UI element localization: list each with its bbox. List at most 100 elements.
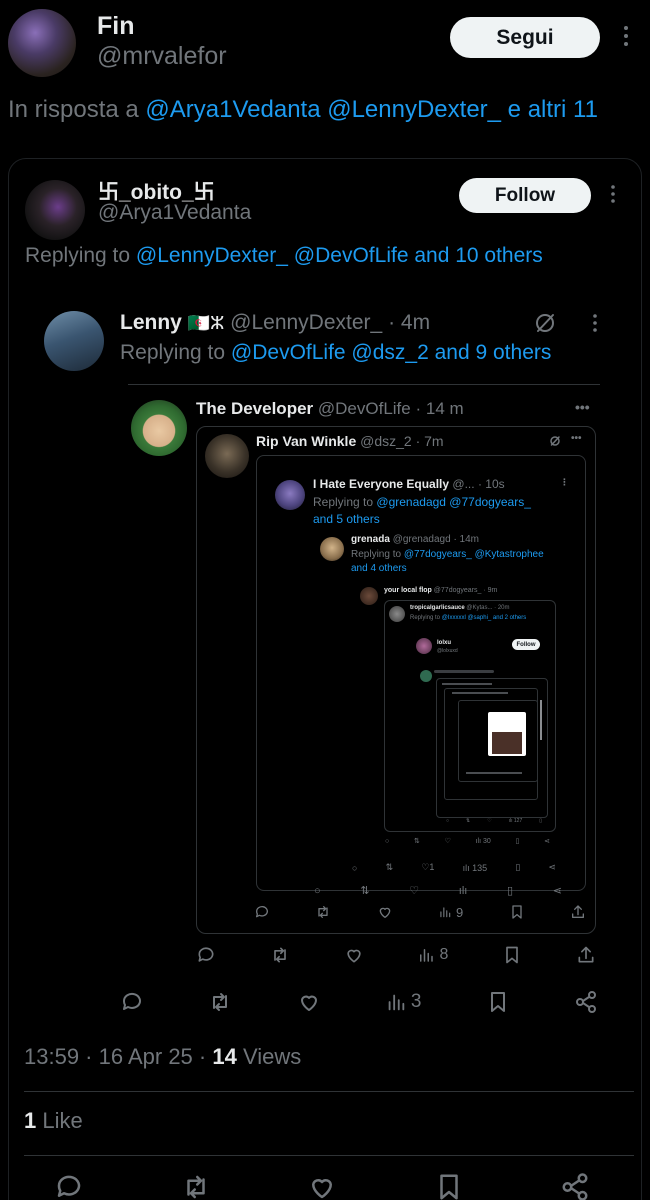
reply-context: Replying to @DevOfLife @dsz_2 and 9 othe… <box>120 341 551 365</box>
tweet-actions: 8 <box>196 945 596 965</box>
share-icon <box>575 991 596 1013</box>
tweet-actions: ○ ⇅ ♡1 ılı 135 ▯ ⋖ <box>352 862 556 873</box>
reply-prefix: Replying to <box>351 549 402 560</box>
tweet-handle: @dsz_2 <box>360 433 412 449</box>
avatar <box>360 587 378 605</box>
reply-mentions: and 4 others <box>351 563 407 574</box>
repost-icon[interactable] <box>181 1172 211 1200</box>
avatar <box>416 638 432 654</box>
tweet-time: · 10s <box>477 477 505 491</box>
bookmark-icon <box>506 946 518 964</box>
reply-icon: ○ <box>446 818 450 824</box>
follow-button[interactable]: Segui <box>450 17 600 58</box>
flag-emoji: 🇩🇿ⵣ <box>187 313 225 333</box>
reply-mentions: @Ixxxxxl @saphi_ and 2 others <box>441 615 527 621</box>
reply-icon <box>122 992 141 1010</box>
share-icon <box>578 946 594 963</box>
views-icon <box>388 994 405 1011</box>
bookmark-icon: ▯ <box>515 838 520 845</box>
views-count: 8 <box>439 946 449 963</box>
grok-icon <box>533 311 557 335</box>
post-timestamp[interactable]: 13:59 · 16 Apr 25 · 14 Views <box>24 1044 301 1070</box>
follow-button: Follow <box>459 178 591 213</box>
bookmark-icon: ▯ <box>539 818 542 824</box>
share-icon: ⋖ <box>552 885 562 897</box>
tweet-display-name: The Developer <box>196 399 314 418</box>
views-icon: ılı <box>458 884 468 897</box>
reply-icon: ○ <box>385 837 390 845</box>
tweet-time: · 9m <box>483 587 498 594</box>
avatar[interactable] <box>8 9 76 77</box>
reply-icon: ○ <box>352 862 358 873</box>
repost-icon: ⇅ <box>360 885 370 897</box>
tweet-handle: @lolxuxd <box>437 648 458 654</box>
tweet-actions: 3 <box>120 990 598 1014</box>
views-button: 3 <box>385 991 421 1013</box>
reply-mentions: and 5 others <box>313 512 380 526</box>
tweet-header: Lenny 🇩🇿ⵣ @LennyDexter_ · 4m <box>120 311 430 335</box>
author-display-name[interactable]: Fin <box>97 12 135 41</box>
tweet-display-name: Lenny <box>120 311 182 334</box>
likes-summary[interactable]: 1 Like <box>24 1108 83 1134</box>
tweet-time: · 14 m <box>415 399 464 418</box>
bookmark-icon: ▯ <box>507 885 514 897</box>
tweet-display-name: lolxu <box>437 640 452 646</box>
tweet-time: · 14m <box>453 534 480 545</box>
avatar <box>389 606 405 622</box>
views-button: 9 <box>438 905 463 920</box>
more-icon: ⋮ <box>560 477 569 487</box>
reply-prefix: Replying to <box>25 244 131 267</box>
views-count: 127 <box>513 818 523 824</box>
repost-icon <box>273 947 286 963</box>
author-handle[interactable]: @mrvalefor <box>97 42 227 71</box>
avatar <box>205 434 249 478</box>
tweet-display-name: I Hate Everyone Equally <box>313 477 450 491</box>
share-icon <box>571 905 584 918</box>
tweet-handle: @Arya1Vedanta <box>98 201 252 224</box>
nested-text-line <box>540 700 542 740</box>
more-icon[interactable] <box>622 24 634 48</box>
views-button: 8 <box>417 946 448 964</box>
like-icon[interactable] <box>307 1172 337 1200</box>
repost-icon: ⇅ <box>466 818 471 824</box>
repost-icon: ⇅ <box>413 838 420 845</box>
like-icon <box>346 949 361 963</box>
tweet-time: · 20m <box>494 605 510 611</box>
tweet-handle: @Kytas... <box>466 605 493 611</box>
tweet-display-name: Rip Van Winkle <box>256 433 357 449</box>
reply-prefix: In risposta a <box>8 96 139 123</box>
bookmark-icon: ▯ <box>515 862 521 872</box>
tweet-handle: @... <box>452 477 475 491</box>
like-icon: ♡1 <box>421 862 435 872</box>
avatar <box>320 537 344 561</box>
avatar <box>275 480 305 510</box>
timestamp-text: 13:59 · 16 Apr 25 · <box>24 1044 213 1069</box>
nested-text-line <box>442 683 492 685</box>
tweet-actions: 9 <box>254 904 586 920</box>
more-icon: ••• <box>575 399 590 415</box>
tweet-display-name: tropicalgarlicsauce <box>410 605 465 611</box>
share-icon[interactable] <box>560 1172 590 1200</box>
views-count: 30 <box>482 837 491 845</box>
reply-icon[interactable] <box>54 1172 84 1200</box>
tweet-handle: @77dogyears_ <box>433 587 482 594</box>
reply-icon <box>198 947 214 962</box>
reply-icon: ○ <box>314 884 321 897</box>
views-count: 9 <box>456 904 464 920</box>
tweet-handle: @grenadagd <box>392 534 451 545</box>
avatar <box>131 400 187 456</box>
bookmark-icon[interactable] <box>434 1172 464 1200</box>
more-icon: ••• <box>571 433 582 444</box>
tweet-header: tropicalgarlicsauce @Kytas... · 20m <box>410 605 510 611</box>
bookmark-icon <box>490 992 505 1012</box>
reply-mentions[interactable]: @Arya1Vedanta @LennyDexter_ e altri 11 <box>145 96 598 123</box>
views-count: 135 <box>472 862 488 873</box>
tweet-header: grenada @grenadagd · 14m <box>351 534 479 545</box>
tweet-actions: ○ ⇅ ♡ ılı ▯ ⋖ <box>314 884 562 898</box>
like-icon: ♡ <box>487 818 492 824</box>
like-icon <box>300 995 317 1011</box>
reply-mentions: @77dogyears_ @Kytastrophee <box>403 549 544 560</box>
tweet-actions: ○ ⇅ ♡ ılı 30 ▯ ⋖ <box>385 837 550 846</box>
reply-context: Replying to @77dogyears_ @Kytastrophee <box>351 549 544 560</box>
repost-icon: ⇅ <box>385 862 394 872</box>
